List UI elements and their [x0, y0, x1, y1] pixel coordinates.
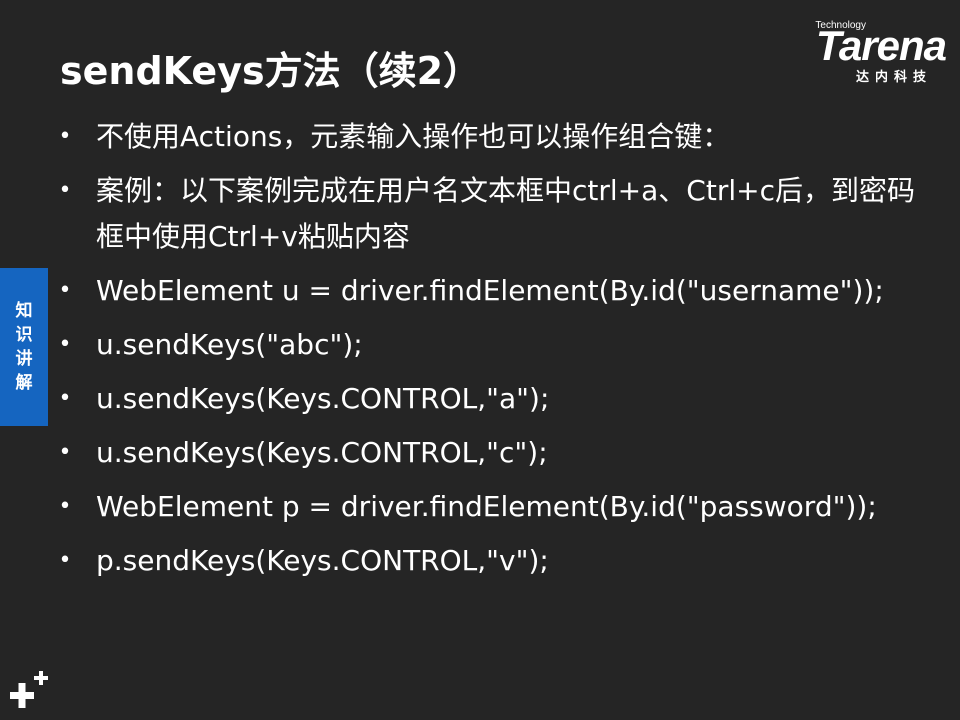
logo-subtitle: 达内科技 — [855, 70, 932, 85]
bullet-dot-icon: • — [58, 494, 72, 519]
side-tab-char: 解 — [15, 373, 33, 393]
side-tab-char: 知 — [15, 301, 33, 321]
bullet-text: WebElement p = driver.findElement(By.id(… — [96, 490, 877, 523]
bullet-item: • u.sendKeys("abc"); — [58, 322, 918, 368]
bullet-dot-icon: • — [58, 124, 72, 149]
bullet-list: • 不使用Actions，元素输入操作也可以操作组合键： • 案例：以下案例完成… — [58, 114, 918, 592]
bullet-text: 不使用Actions，元素输入操作也可以操作组合键： — [96, 120, 731, 153]
side-tab-char: 讲 — [15, 349, 33, 369]
bullet-dot-icon: • — [58, 440, 72, 465]
bullet-item: • 不使用Actions，元素输入操作也可以操作组合键： — [58, 114, 918, 160]
bullet-text: u.sendKeys(Keys.CONTROL,"a"); — [96, 382, 550, 415]
bullet-text: p.sendKeys(Keys.CONTROL,"v"); — [96, 544, 549, 577]
knowledge-explanation-tab: 知 识 讲 解 — [0, 268, 48, 426]
tarena-logo: Technology Tarena 达内科技 — [776, 20, 947, 85]
bullet-item: • WebElement u = driver.findElement(By.i… — [58, 268, 918, 314]
bullet-text: 案例：以下案例完成在用户名文本框中ctrl+a、Ctrl+c后，到密码框中使用C… — [96, 174, 915, 253]
bullet-text: WebElement u = driver.findElement(By.id(… — [96, 274, 884, 307]
bullet-dot-icon: • — [58, 548, 72, 573]
bullet-item: • u.sendKeys(Keys.CONTROL,"c"); — [58, 430, 918, 476]
bullet-dot-icon: • — [58, 278, 72, 303]
bullet-text: u.sendKeys("abc"); — [96, 328, 363, 361]
slide-title: sendKeys方法（续2） — [60, 49, 482, 93]
side-tab-char: 识 — [15, 325, 33, 345]
bullet-dot-icon: • — [58, 178, 72, 203]
bullet-text: u.sendKeys(Keys.CONTROL,"c"); — [96, 436, 548, 469]
bullet-item: • 案例：以下案例完成在用户名文本框中ctrl+a、Ctrl+c后，到密码框中使… — [58, 168, 918, 260]
bullet-item: • u.sendKeys(Keys.CONTROL,"a"); — [58, 376, 918, 422]
bullet-item: • p.sendKeys(Keys.CONTROL,"v"); — [58, 538, 918, 584]
bullet-dot-icon: • — [58, 386, 72, 411]
bullet-item: • WebElement p = driver.findElement(By.i… — [58, 484, 918, 530]
plus-plus-icon — [10, 671, 48, 708]
bullet-dot-icon: • — [58, 332, 72, 357]
logo-wordmark: Tarena — [815, 22, 947, 69]
